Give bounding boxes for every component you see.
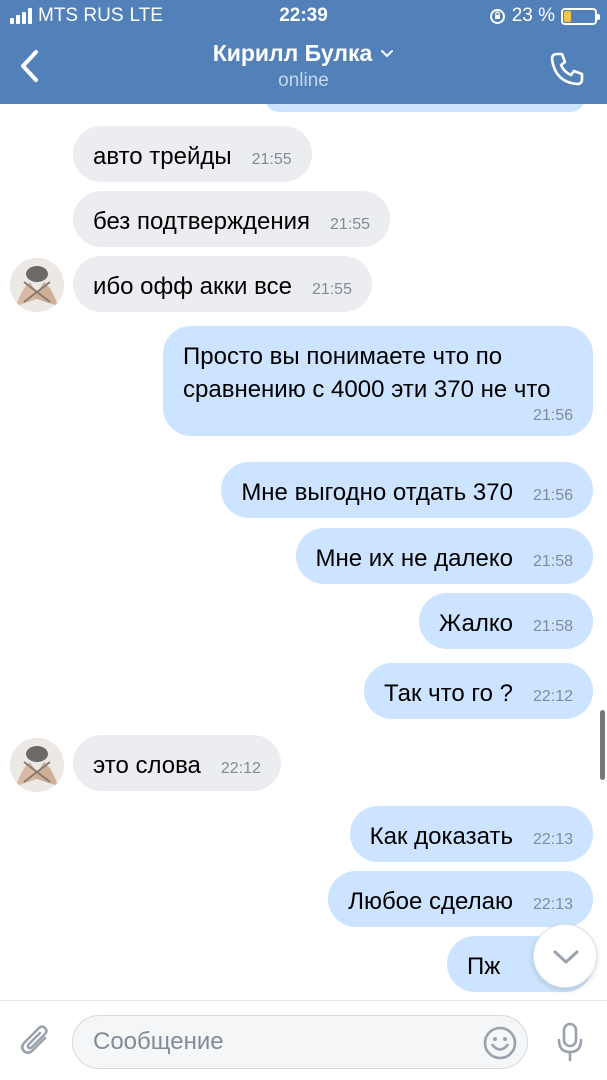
avatar-image: [10, 258, 64, 312]
phone-icon[interactable]: [547, 49, 587, 89]
message-time: 21:55: [330, 216, 371, 233]
message-bubble-outgoing[interactable]: Как доказать 22:13: [349, 806, 593, 862]
battery-percent: 23 %: [511, 5, 555, 26]
message-text: Как доказать: [369, 823, 513, 850]
message-time: 22:13: [532, 831, 573, 848]
message-bubble-outgoing[interactable]: Мне выгодно отдать 370 21:56: [221, 462, 593, 518]
message-text: авто трейды: [93, 143, 232, 170]
scrollbar[interactable]: [600, 710, 605, 780]
message-time: 22:13: [532, 896, 573, 913]
message-time: 22:12: [220, 760, 261, 777]
status-bar: MTS RUS LTE 22:39 23 %: [0, 0, 607, 34]
scroll-to-bottom-button[interactable]: [533, 924, 597, 988]
message-composer: [0, 1000, 607, 1080]
message-text: Так что го ?: [384, 680, 513, 707]
contact-status: online: [278, 70, 329, 91]
message-text: это слова: [93, 752, 201, 779]
message-time: 21:58: [532, 553, 573, 570]
chat-title-block[interactable]: Кирилл Булка online: [0, 40, 607, 92]
message-time: 21:58: [532, 618, 573, 635]
message-bubble-incoming[interactable]: авто трейды 21:55: [73, 126, 312, 182]
orientation-lock-icon: [489, 8, 505, 24]
message-list[interactable]: авто трейды 21:55 без подтверждения 21:55 …: [0, 104, 607, 1000]
message-bubble-partial: [265, 104, 585, 112]
message-text: Пж: [467, 953, 501, 980]
message-text: Просто вы понимаете что по сравнению с 4…: [183, 343, 551, 403]
message-bubble-outgoing[interactable]: Мне их не далеко 21:58: [295, 528, 593, 584]
message-text: Мне выгодно отдать 370: [241, 479, 513, 506]
message-bubble-outgoing[interactable]: Любое сделаю 22:13: [328, 871, 593, 927]
message-text: Мне их не далеко: [315, 545, 513, 572]
chevron-down-icon: [553, 950, 579, 964]
message-text: ибо офф акки все: [93, 273, 292, 300]
message-bubble-outgoing[interactable]: Так что го ? 22:12: [364, 663, 593, 719]
battery-level: [564, 10, 571, 22]
paperclip-icon[interactable]: [18, 1021, 54, 1061]
message-bubble-incoming[interactable]: ибо офф акки все 21:55: [73, 256, 372, 312]
message-bubble-incoming[interactable]: без подтверждения 21:55: [73, 191, 391, 247]
microphone-icon[interactable]: [554, 1021, 586, 1063]
chat-header: MTS RUS LTE 22:39 23 % Кирилл Булка onli…: [0, 0, 607, 104]
avatar-image: [10, 738, 64, 792]
contact-avatar[interactable]: [10, 258, 64, 312]
contact-avatar[interactable]: [10, 738, 64, 792]
message-input[interactable]: [72, 1015, 528, 1069]
message-time: 21:55: [311, 281, 352, 298]
message-time: 22:12: [532, 688, 573, 705]
message-text: без подтверждения: [93, 208, 311, 235]
message-time: 21:56: [532, 487, 573, 504]
chat-title[interactable]: Кирилл Булка: [213, 40, 395, 67]
message-bubble-incoming[interactable]: это слова 22:12: [73, 735, 281, 791]
message-time: 21:56: [532, 407, 573, 424]
smiley-icon[interactable]: [482, 1025, 518, 1061]
battery-icon: [561, 7, 600, 25]
status-bar-right: 23 %: [489, 5, 600, 27]
contact-name: Кирилл Булка: [212, 40, 373, 66]
message-time: 21:55: [251, 151, 292, 168]
message-bubble-outgoing[interactable]: Жалко 21:58: [419, 593, 593, 649]
message-bubble-outgoing[interactable]: Просто вы понимаете что по сравнению с 4…: [163, 326, 593, 436]
message-text: Жалко: [439, 610, 513, 637]
message-text: Любое сделаю: [348, 888, 513, 915]
chevron-down-icon: [381, 49, 394, 57]
